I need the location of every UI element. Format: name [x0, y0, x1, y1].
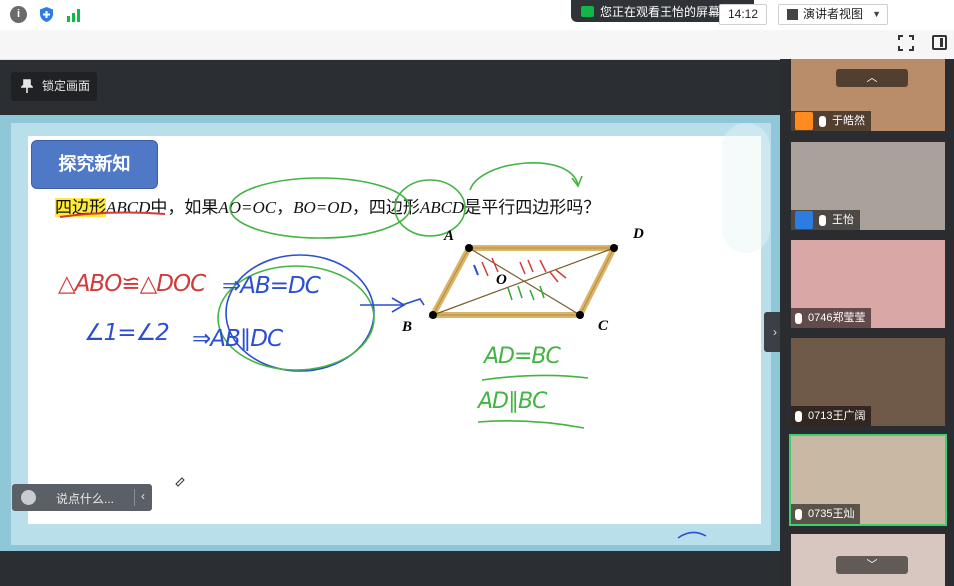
vertex-b: B: [402, 319, 413, 335]
handwriting-ad-parallel-bc: AD∥BC: [478, 389, 547, 414]
vertex-o: O: [496, 272, 507, 288]
emoji-icon[interactable]: [21, 490, 36, 505]
chevron-left-icon[interactable]: ‹: [141, 489, 145, 503]
participant-name: 0735王灿: [808, 508, 855, 520]
participant-name-bar: 0735王灿: [791, 504, 861, 524]
microphone-icon: [795, 410, 802, 422]
participant-tile[interactable]: 0713王广阔: [791, 338, 945, 426]
handwriting-congruent: △ABO≌△DOC: [58, 271, 206, 297]
avatar-icon: [795, 211, 813, 229]
participant-tile[interactable]: 0746郑莹莹: [791, 240, 945, 328]
participant-name-bar: 王怡: [791, 210, 860, 230]
microphone-icon: [819, 115, 826, 127]
bottom-strip: [0, 551, 780, 586]
divider: [134, 489, 135, 506]
participant-name: 于皓然: [832, 115, 865, 127]
microphone-icon: [795, 312, 802, 324]
handwriting-ab-parallel-dc: ⇒AB∥DC: [192, 326, 283, 352]
handwriting-ad-eq-bc: AD=BC: [484, 344, 561, 369]
participant-tile[interactable]: 王怡: [791, 142, 945, 230]
vertex-d: D: [633, 226, 644, 242]
participant-name: 0746郑莹莹: [808, 312, 866, 324]
participant-name-bar: 于皓然: [791, 111, 871, 131]
handwriting-angle: ∠1=∠2: [84, 320, 170, 346]
slide-tools-panel: [722, 123, 770, 543]
handwriting-ab-eq-dc: ⇒AB=DC: [222, 273, 321, 299]
participant-tile-active[interactable]: 0735王灿: [789, 434, 947, 526]
vertex-c: C: [598, 318, 609, 334]
participant-name: 王怡: [832, 214, 854, 226]
avatar-icon: [795, 112, 813, 130]
participant-name-bar: 0713王广阔: [791, 406, 872, 426]
participant-name: 0713王广阔: [808, 410, 866, 422]
scroll-down-button[interactable]: ﹀: [836, 556, 908, 574]
vertex-a: A: [444, 228, 455, 244]
chat-placeholder[interactable]: 说点什么...: [56, 490, 114, 507]
participant-name-bar: 0746郑莹莹: [791, 308, 872, 328]
microphone-icon: [819, 214, 826, 226]
microphone-icon: [795, 508, 802, 520]
chat-box[interactable]: 说点什么... ‹: [12, 484, 152, 511]
slide-tools-pill: [722, 123, 770, 253]
scroll-up-button[interactable]: ︿: [836, 69, 908, 87]
